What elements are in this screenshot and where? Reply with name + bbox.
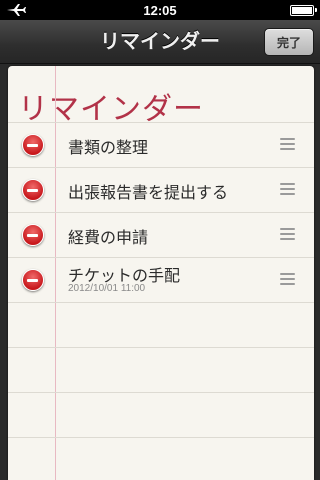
reorder-icon[interactable] <box>280 228 295 240</box>
reminder-row[interactable]: 経費の申請 <box>8 212 314 257</box>
reminder-paper: リマインダー 書類の整理 出張報告書を提出する 経費の申請 チケットの手配 20… <box>8 66 314 480</box>
reminder-title: 書類の整理 <box>68 138 149 157</box>
reminder-row[interactable]: 書類の整理 <box>8 122 314 167</box>
reorder-icon[interactable] <box>280 273 295 285</box>
delete-icon[interactable] <box>22 224 44 246</box>
reorder-icon[interactable] <box>280 138 295 150</box>
status-time: 12:05 <box>143 2 177 18</box>
done-button[interactable]: 完了 <box>264 28 314 56</box>
reminder-title: 経費の申請 <box>68 228 149 247</box>
delete-icon[interactable] <box>22 269 44 291</box>
reminder-row[interactable]: 出張報告書を提出する <box>8 167 314 212</box>
reminder-due-date: 2012/10/01 11:00 <box>68 283 146 294</box>
navigation-bar: リマインダー 完了 <box>0 20 320 64</box>
ruled-line <box>8 302 314 303</box>
reorder-icon[interactable] <box>280 183 295 195</box>
battery-icon <box>290 4 317 16</box>
status-bar: 12:05 <box>0 0 320 20</box>
ruled-line <box>8 347 314 348</box>
delete-icon[interactable] <box>22 134 44 156</box>
reminder-title: 出張報告書を提出する <box>68 183 229 202</box>
ruled-line <box>8 437 314 438</box>
delete-icon[interactable] <box>22 179 44 201</box>
reminder-row[interactable]: チケットの手配 2012/10/01 11:00 <box>8 257 314 302</box>
ruled-line <box>8 392 314 393</box>
